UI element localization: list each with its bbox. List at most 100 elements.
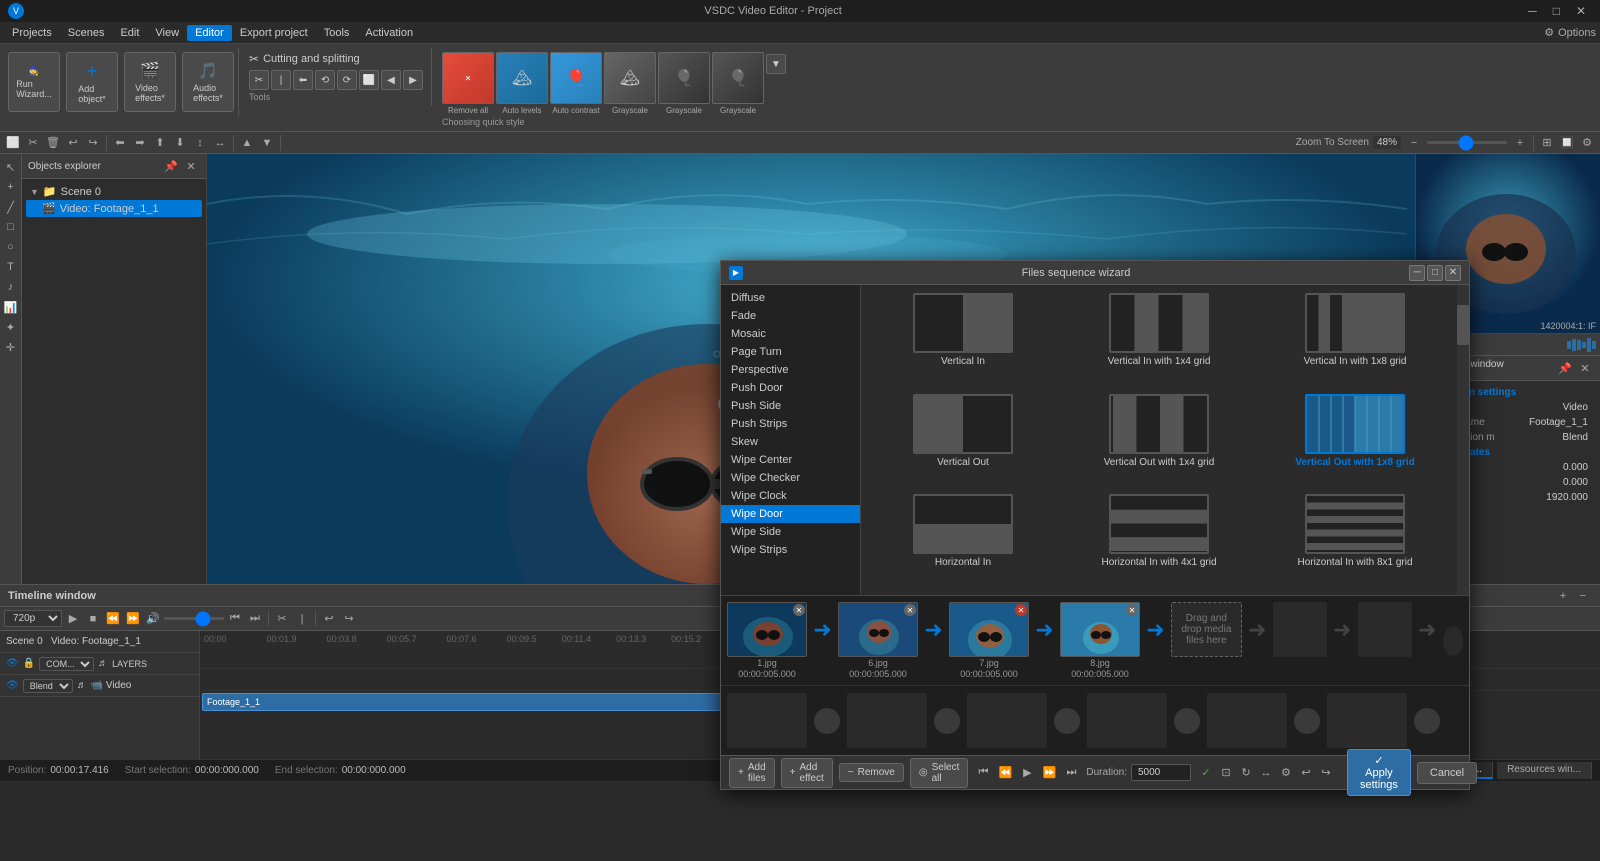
transition-diffuse[interactable]: Diffuse <box>721 289 860 307</box>
tl-play[interactable]: ▶ <box>64 610 82 628</box>
zoom-in[interactable]: + <box>1511 134 1529 152</box>
add-files-btn[interactable]: + Add files <box>729 758 775 788</box>
tl-rew[interactable]: ⏪ <box>104 610 122 628</box>
transition-vertical-in-4[interactable]: Vertical In with 1x4 grid <box>1065 293 1253 386</box>
film-arrow-8[interactable]: ➜ <box>1142 602 1169 657</box>
zoom-out[interactable]: − <box>1405 134 1423 152</box>
tl-stop[interactable]: ■ <box>84 610 102 628</box>
distribute-h[interactable]: ↕ <box>191 134 209 152</box>
dlg-prev[interactable]: ⏮ <box>974 764 992 782</box>
props-close[interactable]: ✕ <box>1576 359 1594 377</box>
cut-tool-7[interactable]: ◀ <box>381 70 401 90</box>
lock-icon-1[interactable]: 🔒 <box>23 658 35 669</box>
flip-btn[interactable]: ↔ <box>1257 764 1275 782</box>
film-thumb-7[interactable]: ✕ <box>949 602 1029 657</box>
tl-ff[interactable]: ⏩ <box>124 610 142 628</box>
transition-wipe-strips[interactable]: Wipe Strips <box>721 541 860 559</box>
film-arrow-6[interactable]: ➜ <box>920 602 947 657</box>
maximize-button[interactable]: □ <box>1547 4 1566 18</box>
transition-wipe-side[interactable]: Wipe Side <box>721 523 860 541</box>
menu-projects[interactable]: Projects <box>4 25 60 41</box>
move-btn[interactable]: ✛ <box>2 338 20 356</box>
cut-tool-4[interactable]: ⟲ <box>315 70 335 90</box>
cut-tool[interactable]: ✂ <box>24 134 42 152</box>
transition-push-side[interactable]: Push Side <box>721 397 860 415</box>
cut-tool-2[interactable]: | <box>271 70 291 90</box>
move-down[interactable]: ▼ <box>258 134 276 152</box>
tl-remove-btn[interactable]: − <box>1574 587 1592 605</box>
transition-vertical-out-4[interactable]: Vertical Out with 1x4 grid <box>1065 394 1253 487</box>
video-effects-button[interactable]: 🎬 Videoeffects* <box>124 52 176 112</box>
move-up[interactable]: ▲ <box>238 134 256 152</box>
cut-tool-8[interactable]: ▶ <box>403 70 423 90</box>
align-right[interactable]: ➡ <box>131 134 149 152</box>
dialog-scrollbar[interactable] <box>1457 285 1469 595</box>
transition-vertical-in[interactable]: Vertical In <box>869 293 1057 386</box>
menu-edit[interactable]: Edit <box>112 25 147 41</box>
duration-input[interactable] <box>1131 764 1191 781</box>
tl-next[interactable]: ⏭ <box>246 610 264 628</box>
filter-grayscale-1[interactable]: 🏔 <box>604 52 656 104</box>
transition-perspective[interactable]: Perspective <box>721 361 860 379</box>
options-label[interactable]: Options <box>1558 27 1596 39</box>
filter-grayscale-2[interactable]: 🎈 <box>658 52 710 104</box>
film-thumb-8[interactable]: ✕ <box>1060 602 1140 657</box>
transition-vertical-in-8[interactable]: Vertical In with 1x8 grid <box>1261 293 1449 386</box>
select-all-btn[interactable]: ◎ Select all <box>910 758 969 788</box>
dialog-minimize[interactable]: ─ <box>1409 265 1425 281</box>
checkmark-btn[interactable]: ✓ <box>1197 764 1215 782</box>
align-left[interactable]: ⬅ <box>111 134 129 152</box>
remove-btn[interactable]: − Remove <box>839 763 904 782</box>
minimize-button[interactable]: ─ <box>1522 4 1543 18</box>
tree-video-item[interactable]: 🎬 Video: Footage_1_1 <box>26 200 202 217</box>
files-sequence-dialog[interactable]: ▶ Files sequence wizard ─ □ ✕ Diffuse Fa… <box>720 260 1470 790</box>
transition-horizontal-in[interactable]: Horizontal In <box>869 494 1057 587</box>
film-drop-zone[interactable]: Drag and drop media files here <box>1171 602 1242 657</box>
menu-export[interactable]: Export project <box>232 25 316 41</box>
draw-line-btn[interactable]: ╱ <box>2 198 20 216</box>
tree-scene-0[interactable]: ▼ 📁 Scene 0 <box>26 183 202 200</box>
menu-tools[interactable]: Tools <box>316 25 358 41</box>
close-button[interactable]: ✕ <box>1570 4 1592 18</box>
add-object-button[interactable]: + Addobject* <box>66 52 118 112</box>
grid-view[interactable]: ⊞ <box>1538 134 1556 152</box>
scroll-thumb[interactable] <box>1457 305 1469 345</box>
film-thumb-6[interactable]: ✕ <box>838 602 918 657</box>
eye-icon-1[interactable]: 👁 <box>6 658 19 669</box>
add-scene-btn[interactable]: + <box>2 178 20 196</box>
filter-auto-contrast[interactable]: 🎈 <box>550 52 602 104</box>
distribute-v[interactable]: ↔ <box>211 134 229 152</box>
film-arrow-7[interactable]: ➜ <box>1031 602 1058 657</box>
transition-vertical-out[interactable]: Vertical Out <box>869 394 1057 487</box>
menu-view[interactable]: View <box>147 25 187 41</box>
cut-tool-6[interactable]: ⬜ <box>359 70 379 90</box>
film-thumb-1[interactable]: ✕ <box>727 602 807 657</box>
menu-activation[interactable]: Activation <box>357 25 421 41</box>
close-panel-btn[interactable]: ✕ <box>182 157 200 175</box>
film-close-6[interactable]: ✕ <box>904 604 916 616</box>
transition-mosaic[interactable]: Mosaic <box>721 325 860 343</box>
filter-grayscale-3[interactable]: 🎈 <box>712 52 764 104</box>
tl-vol-slider[interactable] <box>164 617 224 620</box>
filter-auto-levels[interactable]: 🏔 <box>496 52 548 104</box>
undo-btn-2[interactable]: ↩ <box>1297 764 1315 782</box>
dlg-play[interactable]: ▶ <box>1018 764 1036 782</box>
tl-split-btn[interactable]: | <box>293 610 311 628</box>
audio-tool-btn[interactable]: ♪ <box>2 278 20 296</box>
blend-select-2[interactable]: Blend <box>23 679 73 693</box>
transition-skew[interactable]: Skew <box>721 433 860 451</box>
transition-push-strips[interactable]: Push Strips <box>721 415 860 433</box>
transition-page-turn[interactable]: Page Turn <box>721 343 860 361</box>
draw-ellipse-btn[interactable]: ○ <box>2 238 20 256</box>
add-effect-btn[interactable]: + Add effect <box>781 758 833 788</box>
dlg-rew[interactable]: ⏪ <box>996 764 1014 782</box>
filter-more-button[interactable]: ▼ <box>766 54 786 74</box>
eye-icon-2[interactable]: 👁 <box>6 680 19 691</box>
cancel-btn[interactable]: Cancel <box>1417 762 1477 784</box>
chart-btn[interactable]: 📊 <box>2 298 20 316</box>
transition-vertical-out-8[interactable]: Vertical Out with 1x8 grid <box>1261 394 1449 487</box>
dlg-ff[interactable]: ⏩ <box>1040 764 1058 782</box>
transition-fade[interactable]: Fade <box>721 307 860 325</box>
dialog-close[interactable]: ✕ <box>1445 265 1461 281</box>
transition-push-door[interactable]: Push Door <box>721 379 860 397</box>
